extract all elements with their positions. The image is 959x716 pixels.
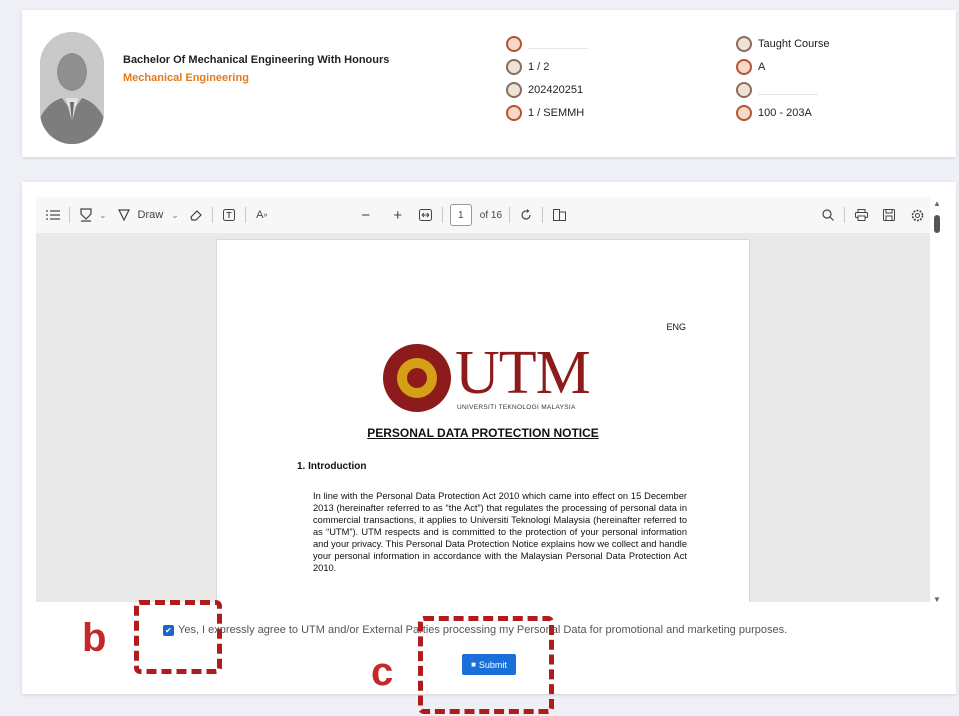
page-total: of 16 [479,209,503,221]
chevron-down-icon[interactable]: ⌄ [171,210,179,221]
scroll-down-arrow-icon[interactable]: ▼ [933,595,941,604]
utm-seal-icon [383,344,451,412]
annotation-label-b: b [82,616,107,660]
course-icon [736,35,752,52]
annotation-box-b [134,600,222,674]
info-column-1: 1 / 2 202420251 1 / SEMMH [506,32,588,124]
session-icon [506,81,522,98]
info-value: 1 / SEMMH [528,106,585,119]
info-value: Taught Course [758,37,830,50]
highlight-icon[interactable] [77,204,95,226]
notice-title: PERSONAL DATA PROTECTION NOTICE [367,426,599,440]
draw-icon[interactable] [115,204,133,226]
info-value: A [758,60,766,73]
room-icon [736,104,752,121]
info-value: 1 / 2 [528,60,550,73]
info-value: 100 - 203A [758,106,812,119]
eraser-icon[interactable] [187,204,205,226]
zoom-in-icon[interactable]: + [389,204,407,226]
search-icon[interactable] [819,204,837,226]
rotate-icon[interactable] [517,204,535,226]
utm-logo: UTM UNIVERSITI TEKNOLOGI MALAYSIA [379,339,591,414]
calendar-icon [506,58,522,75]
toolbar-divider [509,207,511,223]
contents-icon[interactable] [44,204,62,226]
status-icon [736,58,752,75]
introduction-paragraph: In line with the Personal Data Protectio… [313,491,687,573]
department-name: Mechanical Engineering [123,72,249,84]
info-row: Taught Course [736,32,830,55]
info-row [506,32,584,55]
toolbar-divider [844,207,845,223]
annotation-label-c: c [371,650,394,694]
toolbar-divider [69,207,70,223]
info-value: 202420251 [528,83,584,96]
info-row: 202420251 [506,78,584,101]
toolbar-divider [244,207,246,223]
brand-wordmark: UTM [455,339,591,407]
read-aloud-icon[interactable]: A» [253,204,271,226]
toolbar-divider [441,207,443,223]
info-row: 1 / SEMMH [506,101,584,124]
pdf-toolbar: ⌄ Draw ⌄ A» − + 1 of 16 [36,197,930,233]
location-icon [736,81,752,98]
viewer-scrollbar[interactable]: ▲ ▼ [932,197,942,604]
info-column-2: Taught Course A 100 - 203A [736,32,830,124]
info-row [736,78,830,101]
avatar [40,32,104,144]
annotation-box-c [418,616,554,714]
divider [528,48,588,49]
chevron-down-icon[interactable]: ⌄ [99,210,107,221]
language-label: ENG [666,322,686,332]
info-row: 1 / 2 [506,55,584,78]
page-number-input[interactable]: 1 [449,204,472,226]
info-row: 100 - 203A [736,101,830,124]
pdf-document-viewer[interactable]: ENG UTM UNIVERSITI TEKNOLOGI MALAYSIA PE… [36,233,930,602]
scroll-thumb[interactable] [934,215,940,233]
settings-gear-icon[interactable] [908,204,926,226]
text-box-icon[interactable] [220,204,238,226]
student-profile-card: Bachelor Of Mechanical Engineering With … [22,10,956,157]
program-name: Bachelor Of Mechanical Engineering With … [123,54,390,66]
page-view-icon[interactable] [550,204,568,226]
section-heading: 1. Introduction [297,461,367,472]
fit-width-icon[interactable] [417,204,435,226]
print-icon[interactable] [852,204,870,226]
save-icon[interactable] [880,204,898,226]
toolbar-divider [542,207,544,223]
scroll-up-arrow-icon[interactable]: ▲ [933,199,941,208]
draw-button[interactable]: Draw [138,209,164,221]
divider [758,94,818,95]
id-card-icon [506,35,522,52]
zoom-out-icon[interactable]: − [357,204,375,226]
brand-subtitle: UNIVERSITI TEKNOLOGI MALAYSIA [457,404,576,411]
toolbar-divider [211,207,213,223]
pdf-page: ENG UTM UNIVERSITI TEKNOLOGI MALAYSIA PE… [217,240,749,602]
info-row: A [736,55,830,78]
semester-icon [506,104,522,121]
